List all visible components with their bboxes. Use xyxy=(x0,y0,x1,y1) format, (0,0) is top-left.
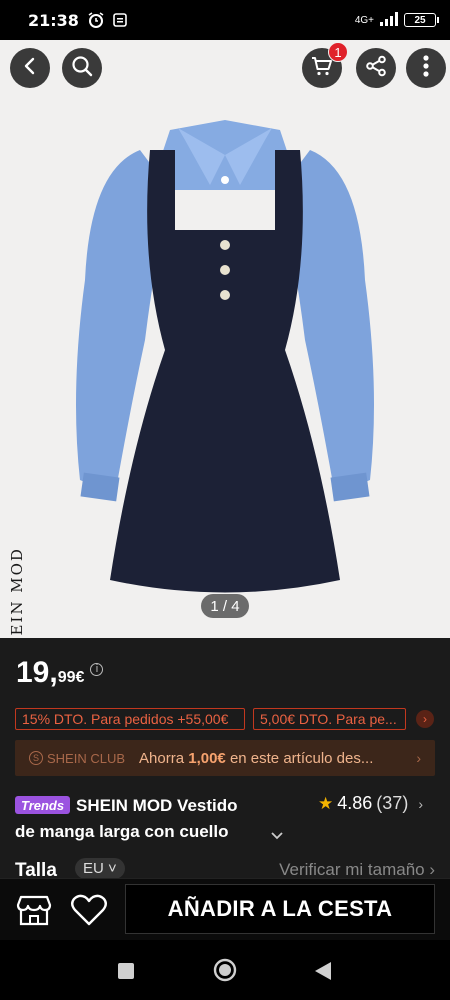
alarm-icon xyxy=(87,11,105,29)
more-vertical-icon xyxy=(423,54,429,82)
coupons-more-button[interactable]: › xyxy=(416,710,434,728)
expand-title-button[interactable] xyxy=(270,828,284,844)
info-icon[interactable]: i xyxy=(90,662,104,676)
share-button[interactable] xyxy=(356,48,396,88)
size-row: Talla EU ˅ Verificar mi tamaño › xyxy=(15,858,435,881)
cart-button[interactable]: 1 xyxy=(302,42,348,88)
recents-button[interactable] xyxy=(117,962,135,985)
signal-icon xyxy=(380,11,398,29)
heart-icon xyxy=(71,894,107,926)
product-info-panel: 19, 99€ i 15% DTO. Para pedidos +55,00€ … xyxy=(0,638,450,881)
review-count: (37) xyxy=(376,793,409,813)
network-type: 4G+ xyxy=(354,14,374,26)
search-button[interactable] xyxy=(62,48,102,88)
coupon-1[interactable]: 15% DTO. Para pedidos +55,00€ xyxy=(15,708,245,730)
image-pager: 1 / 4 xyxy=(201,594,249,618)
chevron-right-icon: › xyxy=(418,795,423,812)
price: 19, 99€ i xyxy=(16,656,104,690)
verify-size-label: Verificar mi tamaño xyxy=(279,860,425,879)
price-integer: 19, xyxy=(16,656,58,689)
chevron-left-icon xyxy=(20,56,40,81)
system-nav-bar xyxy=(0,940,450,1000)
brand-watermark: SHEIN MOD xyxy=(8,547,26,638)
notification-icon xyxy=(113,13,127,27)
bottom-action-bar: AÑADIR A LA CESTA xyxy=(0,878,450,940)
coupon-2[interactable]: 5,00€ DTO. Para pe... xyxy=(253,708,406,730)
star-icon: ★ xyxy=(318,793,334,813)
share-icon xyxy=(365,55,387,82)
back-triangle-icon xyxy=(315,962,331,980)
club-text-after: en este artículo des... xyxy=(225,749,374,767)
verify-size-link[interactable]: Verificar mi tamaño › xyxy=(279,860,435,880)
battery-level: 25 xyxy=(414,14,426,26)
price-decimal: 99€ xyxy=(57,669,85,686)
more-button[interactable] xyxy=(406,48,446,88)
dress-image xyxy=(76,120,374,593)
home-button[interactable] xyxy=(213,958,237,987)
rating-value: 4.86 xyxy=(337,793,373,813)
club-tag: S SHEIN CLUB xyxy=(29,751,125,766)
club-amount: 1,00€ xyxy=(188,749,226,767)
size-region-value: EU xyxy=(83,860,104,877)
club-text-before: Ahorra xyxy=(139,749,189,767)
chevron-right-icon: › xyxy=(423,712,427,726)
back-nav-button[interactable] xyxy=(314,961,332,986)
back-button[interactable] xyxy=(10,48,50,88)
size-region-select[interactable]: EU ˅ xyxy=(75,858,125,879)
trends-badge: Trends xyxy=(15,796,71,814)
status-time: 21:38 xyxy=(28,10,79,30)
home-icon xyxy=(213,958,237,982)
cart-badge: 1 xyxy=(328,42,348,62)
add-to-cart-button[interactable]: AÑADIR A LA CESTA xyxy=(125,884,435,934)
favorite-button[interactable] xyxy=(70,893,108,927)
search-icon xyxy=(71,55,93,82)
product-title-line2: de manga larga con cuello xyxy=(15,822,229,841)
product-image[interactable]: SHEIN MOD 1 1 / 4 xyxy=(0,40,450,638)
battery-icon: 25 xyxy=(404,13,439,27)
club-text: Ahorra 1,00€ en este artículo des... xyxy=(139,750,384,767)
svg-text:SHEIN MOD: SHEIN MOD xyxy=(8,547,26,638)
product-title-line1: SHEIN MOD Vestido xyxy=(76,796,238,815)
status-bar: 21:38 4G+ 25 xyxy=(0,0,450,40)
club-logo-icon: S xyxy=(29,751,43,765)
club-tag-label: SHEIN CLUB xyxy=(47,750,126,766)
store-button[interactable] xyxy=(16,893,52,927)
shein-club-banner[interactable]: S SHEIN CLUB Ahorra 1,00€ en este artícu… xyxy=(15,740,435,776)
chevron-right-icon: › xyxy=(416,750,421,766)
chevron-down-icon xyxy=(271,832,283,840)
recents-icon xyxy=(118,963,134,979)
rating[interactable]: ★ 4.86 (37) › xyxy=(318,793,423,814)
store-icon xyxy=(16,895,52,926)
status-indicators: 4G+ 25 xyxy=(354,11,439,29)
